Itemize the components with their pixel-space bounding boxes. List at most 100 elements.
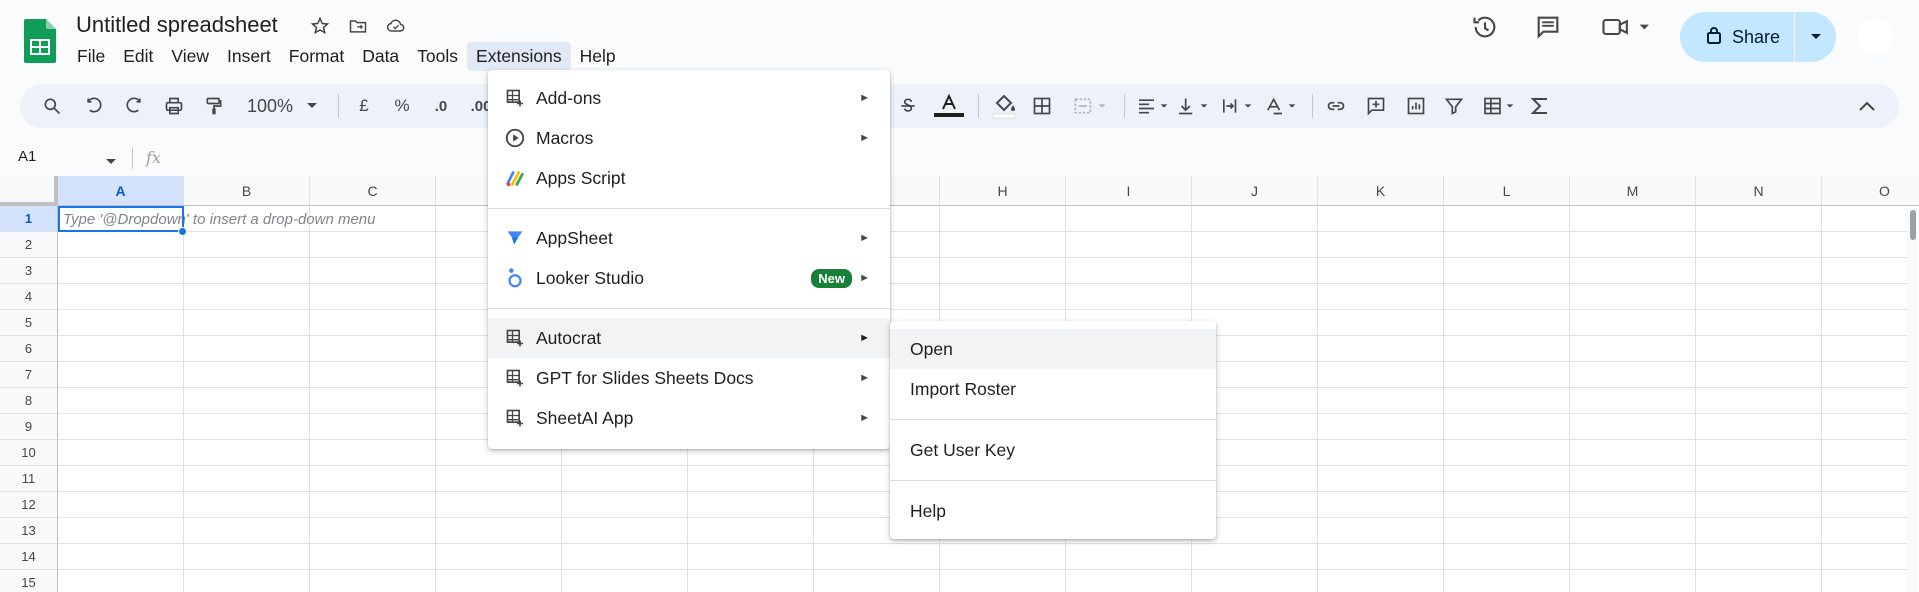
menu-insert[interactable]: Insert (218, 42, 280, 71)
row-header-8[interactable]: 8 (0, 388, 58, 414)
fill-color-icon[interactable] (990, 94, 1018, 119)
row-gridline (58, 543, 1908, 544)
appsheet-icon (504, 227, 526, 249)
fx-icon: fx (146, 148, 161, 167)
row-header-9[interactable]: 9 (0, 414, 58, 440)
column-header-m[interactable]: M (1570, 176, 1696, 206)
row-gridline (58, 309, 1908, 310)
submenu-item-get-user-key[interactable]: Get User Key (890, 430, 1216, 470)
redo-icon[interactable] (122, 94, 146, 118)
paint-format-icon[interactable] (202, 94, 226, 118)
submenu-item-help[interactable]: Help (890, 491, 1216, 531)
column-header-a[interactable]: A (58, 176, 184, 206)
meet-icon[interactable] (1600, 12, 1656, 42)
menu-format[interactable]: Format (280, 42, 353, 71)
column-header-c[interactable]: C (310, 176, 436, 206)
text-color-icon[interactable] (934, 93, 964, 118)
print-icon[interactable] (162, 94, 186, 118)
merge-cells-icon[interactable] (1070, 94, 1114, 118)
avatar[interactable] (1857, 19, 1893, 55)
column-header-k[interactable]: K (1318, 176, 1444, 206)
decrease-decimal-button[interactable]: .0 (428, 94, 454, 118)
column-header-i[interactable]: I (1066, 176, 1192, 206)
vertical-scrollbar-thumb[interactable] (1910, 210, 1916, 240)
macros-play-icon (504, 127, 526, 149)
search-menus-icon[interactable] (40, 94, 64, 118)
row-header-13[interactable]: 13 (0, 518, 58, 544)
move-folder-icon[interactable] (346, 14, 370, 38)
functions-icon[interactable] (1528, 94, 1552, 118)
version-history-icon[interactable] (1470, 12, 1500, 42)
horizontal-align-icon[interactable] (1134, 94, 1174, 118)
menu-item-autocrat[interactable]: Autocrat ► (488, 318, 890, 358)
menu-file[interactable]: File (68, 42, 114, 71)
column-gridline (309, 206, 310, 592)
strikethrough-icon[interactable] (896, 94, 920, 118)
collapse-toolbar-icon[interactable] (1855, 94, 1879, 118)
fill-handle[interactable] (178, 227, 187, 236)
row-header-10[interactable]: 10 (0, 440, 58, 466)
menu-data[interactable]: Data (353, 42, 408, 71)
table-view-icon[interactable] (1480, 94, 1520, 118)
share-options-caret-icon[interactable] (1795, 33, 1836, 41)
filter-icon[interactable] (1442, 94, 1466, 118)
menu-item-addons[interactable]: Add-ons ► (488, 78, 890, 118)
text-rotation-icon[interactable] (1262, 94, 1302, 118)
insert-comment-icon[interactable] (1364, 94, 1388, 118)
menu-help[interactable]: Help (571, 42, 625, 71)
text-wrap-icon[interactable] (1218, 94, 1258, 118)
menu-item-sheetai[interactable]: SheetAI App ► (488, 398, 890, 438)
row-header-11[interactable]: 11 (0, 466, 58, 492)
vertical-scrollbar[interactable] (1907, 208, 1917, 592)
submenu-item-import-roster[interactable]: Import Roster (890, 369, 1216, 409)
menu-item-gpt[interactable]: GPT for Slides Sheets Docs ► (488, 358, 890, 398)
borders-icon[interactable] (1030, 94, 1054, 118)
comments-icon[interactable] (1533, 12, 1563, 42)
row-header-1[interactable]: 1 (0, 206, 58, 232)
menu-view[interactable]: View (162, 42, 218, 71)
row-header-12[interactable]: 12 (0, 492, 58, 518)
app-header: Untitled spreadsheet File Edit View Inse… (0, 0, 1919, 80)
column-gridline (1569, 206, 1570, 592)
vertical-align-icon[interactable] (1174, 94, 1214, 118)
row-header-7[interactable]: 7 (0, 362, 58, 388)
menu-tools[interactable]: Tools (408, 42, 467, 71)
row-header-6[interactable]: 6 (0, 336, 58, 362)
insert-link-icon[interactable] (1324, 94, 1348, 118)
star-icon[interactable] (308, 14, 332, 38)
row-header-3[interactable]: 3 (0, 258, 58, 284)
sheets-logo-icon[interactable] (24, 19, 56, 63)
menu-item-macros[interactable]: Macros ► (488, 118, 890, 158)
document-title[interactable]: Untitled spreadsheet (76, 12, 278, 38)
row-header-15[interactable]: 15 (0, 570, 58, 592)
row-header-4[interactable]: 4 (0, 284, 58, 310)
percent-format-button[interactable]: % (390, 94, 414, 118)
row-header-5[interactable]: 5 (0, 310, 58, 336)
name-box[interactable]: A1 (18, 148, 36, 165)
name-box-caret-icon[interactable] (106, 152, 116, 170)
currency-format-button[interactable]: £ (352, 94, 376, 118)
insert-chart-icon[interactable] (1404, 94, 1428, 118)
menu-item-looker-studio[interactable]: Looker Studio New ► (488, 258, 890, 298)
cloud-status-icon[interactable] (384, 14, 408, 38)
menu-item-appsheet[interactable]: AppSheet ► (488, 218, 890, 258)
menu-edit[interactable]: Edit (114, 42, 162, 71)
select-all-corner[interactable] (0, 176, 58, 206)
menu-item-apps-script[interactable]: Apps Script (488, 158, 890, 198)
zoom-select[interactable]: 100% (244, 94, 320, 118)
row-header-14[interactable]: 14 (0, 544, 58, 570)
column-header-l[interactable]: L (1444, 176, 1570, 206)
menu-extensions[interactable]: Extensions (467, 42, 571, 71)
share-button[interactable]: Share (1680, 12, 1836, 62)
column-header-b[interactable]: B (184, 176, 310, 206)
column-header-h[interactable]: H (940, 176, 1066, 206)
row-header-2[interactable]: 2 (0, 232, 58, 258)
column-header-n[interactable]: N (1696, 176, 1822, 206)
submenu-arrow-icon: ► (859, 232, 870, 244)
submenu-item-open[interactable]: Open (890, 329, 1216, 369)
column-gridline (1821, 206, 1822, 592)
active-cell-a1[interactable] (58, 206, 184, 232)
column-header-j[interactable]: J (1192, 176, 1318, 206)
column-header-o[interactable]: O (1822, 176, 1919, 206)
undo-icon[interactable] (82, 94, 106, 118)
